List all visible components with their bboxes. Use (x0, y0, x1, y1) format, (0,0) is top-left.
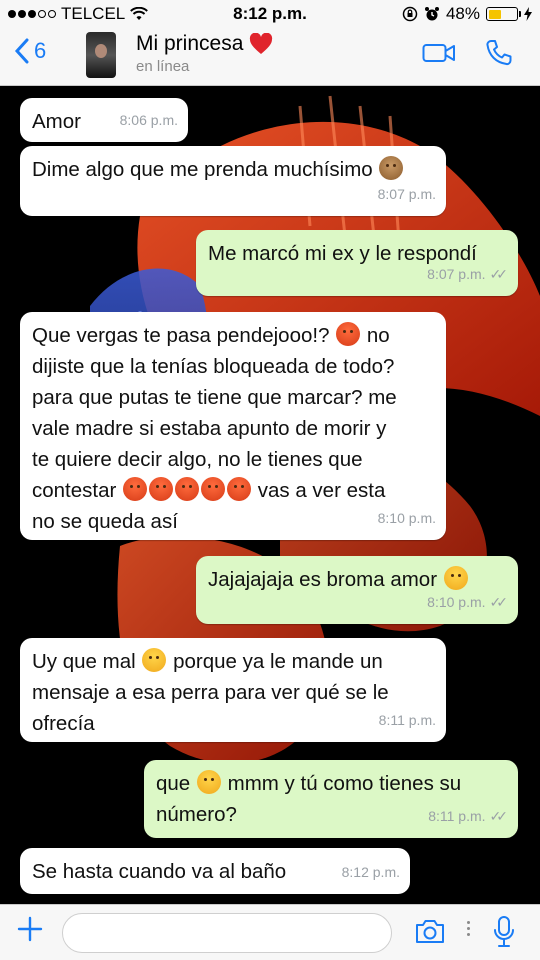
message-incoming[interactable]: Uy que mal porque ya le mande un mensaje… (20, 638, 446, 742)
read-checks-icon: ✓✓ (489, 808, 509, 824)
message-time: 8:07 p.m. (427, 266, 486, 282)
contact-info[interactable]: Mi princesa en línea (136, 32, 273, 75)
message-line: dijiste que la tenías bloqueada de todo? (32, 355, 395, 378)
message-line: para que putas te tiene que marcar? me (32, 386, 397, 409)
separator-dots-icon (467, 921, 471, 939)
message-time-row: 8:10 p.m. ✓✓ (427, 587, 508, 618)
contact-name-row: Mi princesa (136, 32, 273, 56)
message-time: 8:10 p.m. (377, 510, 436, 526)
status-right: 48% (402, 4, 532, 24)
expressionless-face-icon (196, 770, 221, 794)
message-text: Se hasta cuando va al baño (32, 860, 287, 883)
message-time: 8:11 p.m. (428, 808, 486, 824)
chat-area[interactable]: Amor 8:06 p.m. Dime algo que me prenda m… (0, 86, 540, 904)
message-time: 8:10 p.m. (427, 594, 486, 610)
message-text: porque ya le mande un (173, 650, 383, 673)
message-text: Dime algo que me prenda muchísimo (32, 158, 373, 181)
message-text: Que vergas te pasa pendejooo!? (32, 324, 330, 347)
see-no-evil-monkey-icon (379, 156, 404, 180)
plus-icon (17, 916, 43, 942)
chat-header: 6 Mi princesa en línea (0, 28, 540, 86)
read-checks-icon: ✓✓ (489, 266, 509, 282)
message-time: 8:12 p.m. (341, 864, 400, 880)
back-button[interactable]: 6 (14, 38, 46, 64)
message-time: 8:07 p.m. (377, 186, 436, 202)
alarm-icon (424, 7, 439, 21)
message-incoming[interactable]: Dime algo que me prenda muchísimo 8:07 p… (20, 146, 446, 216)
battery-icon (486, 7, 521, 21)
message-line: Que vergas te pasa pendejooo!? no (32, 320, 434, 351)
message-incoming[interactable]: Que vergas te pasa pendejooo!? no dijist… (20, 312, 446, 540)
smiling-face-icon (142, 648, 167, 672)
status-bar: TELCEL 8:12 p.m. 48% (0, 0, 540, 28)
message-text: Amor (32, 110, 81, 133)
input-bar (0, 904, 540, 960)
heart-icon (250, 33, 273, 54)
message-text: no (366, 324, 390, 347)
message-line: mensaje a esa perra para ver qué se le (32, 681, 389, 704)
angry-face-icon (123, 477, 148, 501)
chevron-left-icon (14, 38, 29, 64)
rotation-lock-icon (402, 6, 418, 22)
message-text: Jajajajaja es broma amor (208, 568, 438, 591)
angry-face-icon (175, 477, 200, 501)
back-count: 6 (34, 38, 47, 63)
message-text: que (156, 772, 191, 795)
message-text: mmm y tú como tienes su (227, 772, 462, 795)
camera-icon[interactable] (414, 917, 446, 945)
avatar[interactable] (86, 32, 116, 78)
message-text: contestar (32, 479, 117, 502)
angry-face-icon (201, 477, 226, 501)
message-line: contestar vas a ver esta (32, 475, 434, 506)
contact-name: Mi princesa (136, 32, 244, 55)
message-outgoing[interactable]: que mmm y tú como tienes su número? 8:11… (144, 760, 518, 838)
message-incoming[interactable]: Se hasta cuando va al baño 8:12 p.m. (20, 848, 410, 894)
contact-status: en línea (136, 58, 190, 75)
message-time-row: 8:11 p.m. ✓✓ (428, 801, 508, 832)
microphone-icon[interactable] (492, 915, 516, 949)
phone-call-icon[interactable] (484, 38, 514, 68)
angry-face-icon (149, 477, 174, 501)
message-line: vale madre si estaba apunto de morir y (32, 417, 387, 440)
message-line: te quiere decir algo, no le tienes que (32, 448, 363, 471)
message-time-row: 8:07 p.m. ✓✓ (427, 259, 508, 290)
message-outgoing[interactable]: Me marcó mi ex y le respondí 8:07 p.m. ✓… (196, 230, 518, 296)
angry-face-icon (227, 477, 252, 501)
battery-percent: 48% (445, 4, 480, 23)
read-checks-icon: ✓✓ (489, 594, 509, 610)
message-text: Uy que mal (32, 650, 136, 673)
message-line: que mmm y tú como tienes su (156, 768, 506, 799)
message-incoming[interactable]: Amor 8:06 p.m. (20, 98, 188, 142)
top-bar: TELCEL 8:12 p.m. 48% 6 Mi princesa en lí… (0, 0, 540, 86)
angry-face-icon (336, 322, 361, 346)
message-outgoing[interactable]: Jajajajaja es broma amor 8:10 p.m. ✓✓ (196, 556, 518, 624)
message-text: vas a ver esta (257, 479, 386, 502)
message-line: no se queda así (32, 510, 178, 533)
charging-icon (524, 7, 532, 21)
message-line: ofrecía (32, 712, 95, 735)
message-line: Uy que mal porque ya le mande un (32, 646, 434, 677)
message-input[interactable] (62, 913, 392, 953)
attach-plus-button[interactable] (16, 915, 44, 949)
video-call-icon[interactable] (422, 40, 456, 66)
message-time: 8:11 p.m. (378, 712, 436, 728)
message-time: 8:06 p.m. (119, 112, 178, 128)
